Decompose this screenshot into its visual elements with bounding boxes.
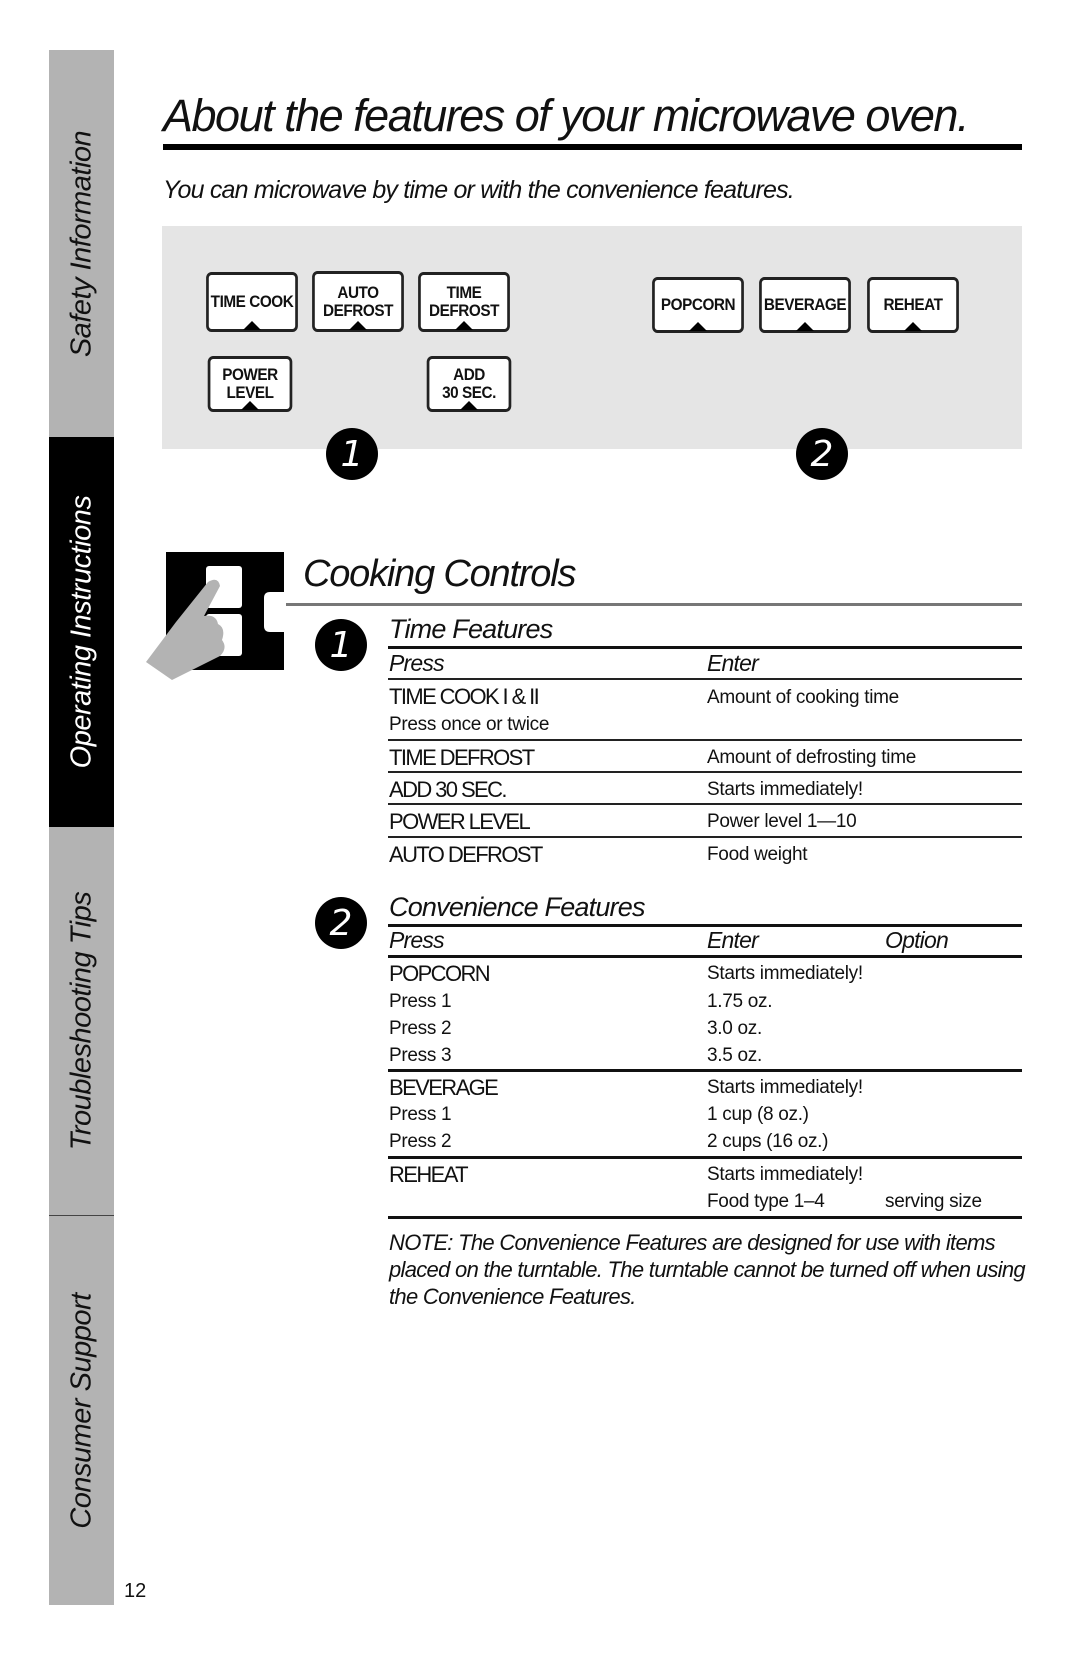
key-label: TIME: [446, 283, 482, 302]
key-pointer-icon: [455, 321, 473, 330]
column-header-press: Press: [389, 927, 445, 953]
table-rule: [388, 803, 1022, 805]
key-label: DEFROST: [323, 300, 393, 320]
enter-cell: Food type 1–4: [707, 1191, 825, 1212]
key-pointer-icon: [460, 401, 478, 410]
table-rule: [388, 739, 1022, 741]
key-label: LEVEL: [226, 383, 274, 402]
table-rule: [388, 646, 1022, 649]
enter-cell: Food weight: [707, 844, 808, 865]
key-time-cook: TIME COOK: [206, 272, 298, 332]
table-rule: [388, 955, 1022, 958]
key-label: POWER: [222, 365, 278, 384]
key-pointer-icon: [243, 321, 261, 330]
press-cell: ADD 30 SEC.: [389, 777, 508, 802]
tab-label: Operating Instructions: [65, 495, 97, 769]
enter-cell: 3.5 oz.: [707, 1045, 762, 1066]
step-badge-2: 2: [315, 897, 367, 949]
enter-cell: Starts immediately!: [707, 779, 863, 800]
enter-cell: Starts immediately!: [707, 963, 863, 984]
page-subtitle: You can microwave by time or with the co…: [163, 176, 795, 204]
tab-safety-information[interactable]: Safety Information: [49, 50, 114, 437]
control-panel-illustration: TIME COOK AUTO DEFROST TIME DEFROST POWER L…: [162, 226, 1022, 449]
press-cell: Press 2: [389, 1131, 452, 1152]
press-cell: REHEAT: [389, 1162, 469, 1187]
key-pointer-icon: [904, 322, 922, 331]
table-rule: [388, 836, 1022, 838]
key-label: TIME COOK: [210, 292, 294, 311]
subsection-title-convenience-features: Convenience Features: [389, 892, 645, 922]
press-cell: Press 3: [389, 1045, 452, 1066]
enter-cell: Amount of defrosting time: [707, 747, 916, 768]
tab-label: Safety Information: [65, 130, 97, 357]
title-rule: [163, 144, 1022, 150]
key-pointer-icon: [241, 401, 259, 410]
press-cell: POPCORN: [389, 961, 491, 986]
step-badge-1: 1: [326, 428, 378, 480]
press-cell: Press 1: [389, 991, 452, 1012]
option-cell: serving size: [885, 1191, 982, 1212]
press-cell: TIME DEFROST: [389, 745, 535, 770]
key-label: 30 SEC.: [442, 383, 496, 402]
key-label: POPCORN: [660, 295, 736, 314]
table-rule: [388, 1216, 1022, 1219]
column-header-enter: Enter: [707, 650, 759, 676]
section-rule: [286, 603, 1022, 606]
enter-cell: 2 cups (16 oz.): [707, 1131, 829, 1152]
key-add-30-sec: ADD 30 SEC.: [426, 356, 512, 412]
press-cell: TIME COOK I & II: [389, 684, 540, 709]
key-popcorn: POPCORN: [652, 277, 744, 333]
column-header-option: Option: [885, 927, 949, 953]
press-cell: Press 2: [389, 1018, 452, 1039]
step-badge-2: 2: [796, 428, 848, 480]
press-note: Press once or twice: [389, 714, 550, 735]
table-rule: [388, 1156, 1022, 1159]
key-label: ADD: [453, 365, 485, 384]
enter-cell: 3.0 oz.: [707, 1018, 762, 1039]
tab-operating-instructions[interactable]: Operating Instructions: [49, 437, 114, 827]
tab-label: Troubleshooting Tips: [65, 891, 97, 1151]
key-power-level: POWER LEVEL: [207, 356, 293, 412]
key-pointer-icon: [689, 322, 707, 331]
table-rule: [388, 771, 1022, 773]
column-header-enter: Enter: [707, 927, 759, 953]
section-title-cooking-controls: Cooking Controls: [303, 553, 576, 595]
key-beverage: BEVERAGE: [759, 277, 851, 333]
table-rule: [388, 1069, 1022, 1072]
tab-troubleshooting-tips[interactable]: Troubleshooting Tips: [49, 827, 114, 1215]
page-title: About the features of your microwave ove…: [163, 90, 969, 141]
key-time-defrost: TIME DEFROST: [418, 272, 510, 332]
press-cell: POWER LEVEL: [389, 809, 531, 834]
key-label: DEFROST: [429, 301, 499, 320]
enter-cell: Starts immediately!: [707, 1077, 863, 1098]
subsection-title-time-features: Time Features: [389, 614, 553, 644]
tab-consumer-support[interactable]: Consumer Support: [49, 1216, 114, 1605]
key-label: AUTO: [337, 282, 379, 302]
press-cell: BEVERAGE: [389, 1075, 499, 1100]
key-pointer-icon: [796, 322, 814, 331]
icon-notch: [264, 592, 284, 632]
note-text: NOTE: The Convenience Features are desig…: [389, 1230, 1026, 1309]
column-header-press: Press: [389, 650, 445, 676]
press-cell: AUTO DEFROST: [389, 842, 543, 867]
page-number: 12: [124, 1580, 147, 1602]
key-label: BEVERAGE: [763, 295, 847, 314]
tab-label: Consumer Support: [65, 1292, 97, 1529]
key-label: REHEAT: [883, 295, 943, 314]
step-badge-1: 1: [315, 619, 367, 671]
key-pointer-icon: [349, 321, 367, 330]
press-cell: Press 1: [389, 1104, 452, 1125]
finger-press-icon: [146, 552, 284, 680]
table-rule: [388, 678, 1022, 680]
enter-cell: 1.75 oz.: [707, 991, 773, 1012]
enter-cell: Starts immediately!: [707, 1164, 863, 1185]
enter-cell: Power level 1—10: [707, 811, 857, 832]
key-auto-defrost: AUTO DEFROST: [312, 271, 404, 332]
section-sidebar: Safety Information Operating Instruction…: [49, 50, 114, 1605]
key-reheat: REHEAT: [867, 277, 959, 333]
enter-cell: Amount of cooking time: [707, 687, 899, 708]
enter-cell: 1 cup (8 oz.): [707, 1104, 809, 1125]
